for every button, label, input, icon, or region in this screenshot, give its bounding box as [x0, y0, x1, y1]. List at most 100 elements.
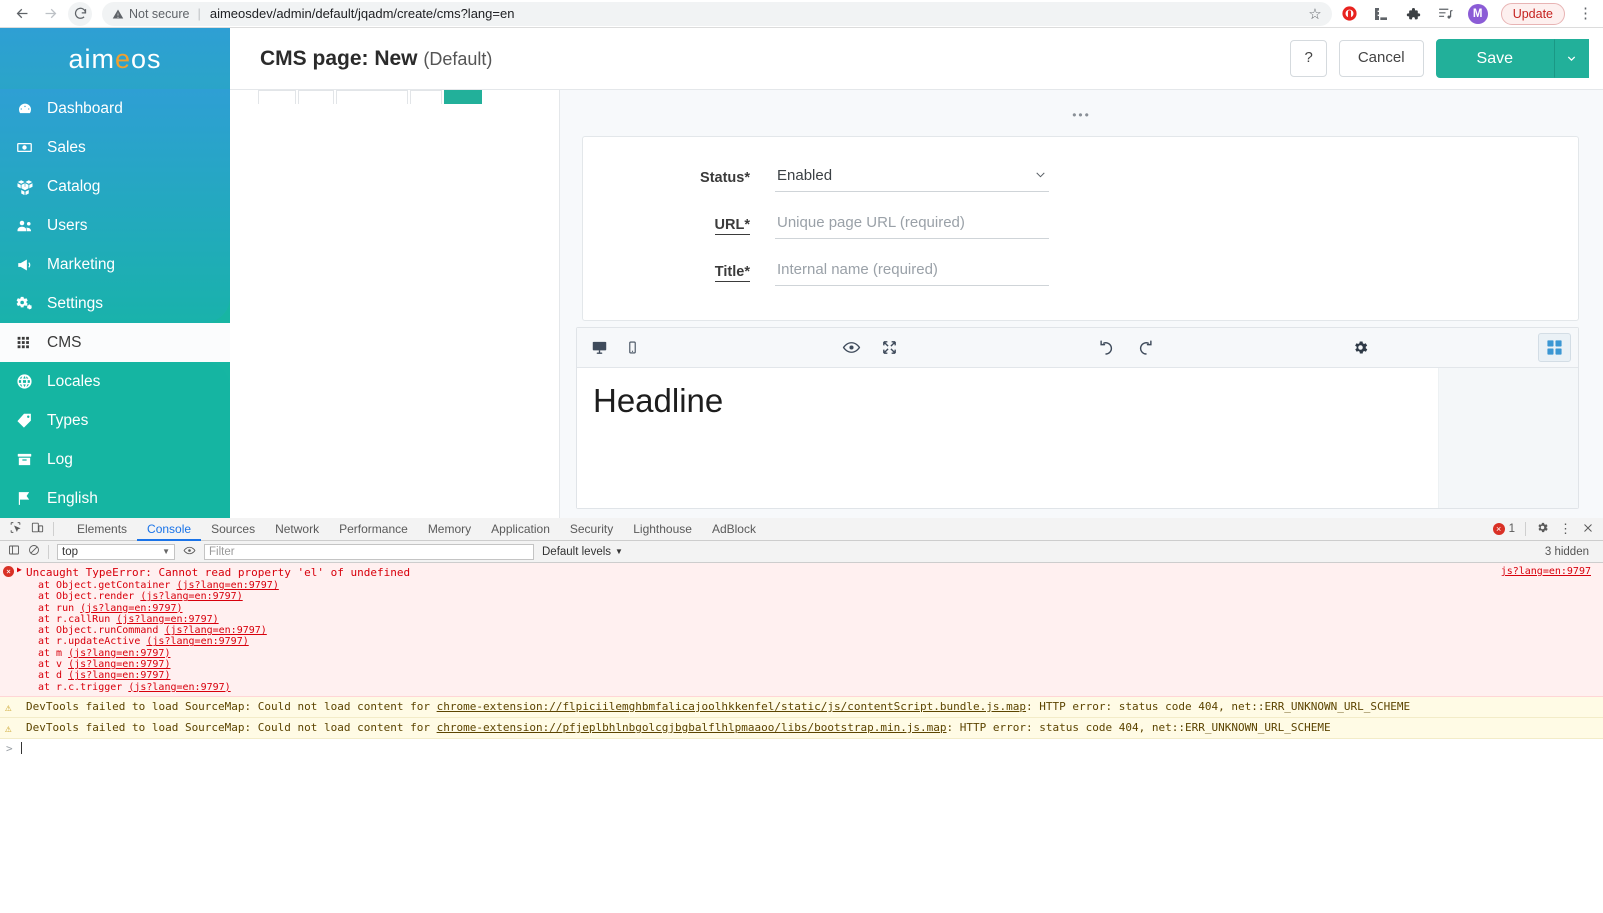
console-prompt[interactable]: > — [0, 739, 1603, 755]
sidebar-item-sales[interactable]: Sales — [0, 128, 230, 167]
adblock-icon[interactable] — [1340, 4, 1359, 23]
sidebar-item-locales[interactable]: Locales — [0, 362, 230, 401]
cancel-button[interactable]: Cancel — [1338, 40, 1424, 77]
left-tab-4[interactable] — [410, 90, 442, 104]
live-expression-eye-icon[interactable] — [183, 544, 196, 560]
builder-canvas[interactable]: Headline — [577, 368, 1578, 508]
browser-menu-icon[interactable]: ⋮ — [1578, 6, 1593, 21]
sidebar-item-dashboard[interactable]: Dashboard — [0, 89, 230, 128]
stack-link[interactable]: (js?lang=en:9797) — [68, 659, 170, 670]
sourcemap-link[interactable]: chrome-extension://pfjeplbhlnbgolcgjbgba… — [437, 721, 947, 734]
devtools-close-icon[interactable] — [1582, 522, 1594, 537]
left-tab-active[interactable] — [444, 90, 482, 104]
devtools-right-controls: × 1 ⋮ — [1492, 521, 1603, 537]
devtools-menu-icon[interactable]: ⋮ — [1559, 521, 1572, 537]
aimeos-logo[interactable]: aimeos — [0, 28, 230, 89]
stack-link[interactable]: (js?lang=en:9797) — [68, 670, 170, 681]
title-input[interactable]: Internal name (required) — [775, 257, 1049, 286]
stack-link[interactable]: (js?lang=en:9797) — [116, 614, 218, 625]
help-button[interactable]: ? — [1290, 40, 1327, 77]
sidebar-item-types[interactable]: Types — [0, 401, 230, 440]
log-levels-select[interactable]: Default levels ▼ — [542, 546, 623, 558]
console-filter-input[interactable]: Filter — [204, 543, 534, 560]
sidebar-item-settings[interactable]: Settings — [0, 284, 230, 323]
ruler-icon[interactable] — [1372, 4, 1391, 23]
desktop-icon[interactable] — [591, 339, 608, 356]
stack-link[interactable]: (js?lang=en:9797) — [80, 603, 182, 614]
save-button[interactable]: Save — [1435, 38, 1554, 79]
stack-link[interactable]: (js?lang=en:9797) — [128, 682, 230, 693]
stack-link[interactable]: (js?lang=en:9797) — [140, 591, 242, 602]
redo-icon[interactable] — [1137, 339, 1155, 357]
reading-list-icon[interactable] — [1436, 4, 1455, 23]
undo-icon[interactable] — [1097, 339, 1115, 357]
mobile-icon[interactable] — [626, 340, 639, 355]
inspect-element-icon[interactable] — [9, 521, 22, 537]
puzzle-extension-icon[interactable] — [1404, 4, 1423, 23]
url-input[interactable]: Unique page URL (required) — [775, 210, 1049, 239]
tab-adblock[interactable]: AdBlock — [702, 518, 766, 541]
address-bar[interactable]: Not secure | aimeosdev/admin/default/jqa… — [102, 1, 1332, 26]
sidebar-item-log[interactable]: Log — [0, 440, 230, 479]
forward-icon[interactable] — [36, 0, 64, 28]
sidebar-item-catalog[interactable]: Catalog — [0, 167, 230, 206]
console-divider — [48, 544, 49, 559]
sourcemap-link[interactable]: chrome-extension://flpiciilemghbmfalicaj… — [437, 700, 1026, 713]
console-warning-message[interactable]: ⚠ DevTools failed to load SourceMap: Cou… — [0, 717, 1603, 739]
reload-icon[interactable] — [68, 1, 92, 26]
blocks-grid-icon[interactable] — [1538, 333, 1571, 362]
stack-link[interactable]: (js?lang=en:9797) — [68, 648, 170, 659]
sidebar-label: Types — [47, 411, 89, 429]
tab-network[interactable]: Network — [265, 518, 329, 541]
tab-security[interactable]: Security — [560, 518, 623, 541]
gear-icon[interactable] — [1352, 339, 1369, 356]
error-source-link[interactable]: js?lang=en:9797 — [1501, 566, 1591, 577]
back-icon[interactable] — [8, 0, 36, 28]
canvas-content[interactable]: Headline — [577, 368, 1438, 508]
console-error-message[interactable]: × ▶ js?lang=en:9797 Uncaught TypeError: … — [0, 563, 1603, 697]
device-toolbar-icon[interactable] — [31, 521, 44, 537]
sidebar-item-cms[interactable]: CMS — [0, 323, 230, 362]
warning-suffix: : HTTP error: status code 404, net::ERR_… — [1026, 699, 1411, 713]
profile-avatar[interactable]: M — [1467, 3, 1488, 24]
left-tab-3[interactable] — [336, 90, 408, 104]
console-messages: × ▶ js?lang=en:9797 Uncaught TypeError: … — [0, 563, 1603, 755]
clear-console-icon[interactable] — [28, 544, 40, 559]
tab-application[interactable]: Application — [481, 518, 560, 541]
warning-triangle-icon: ⚠ — [5, 721, 12, 735]
tab-console[interactable]: Console — [137, 518, 201, 541]
console-sidebar-icon[interactable] — [8, 544, 20, 559]
sidebar-item-english[interactable]: English — [0, 479, 230, 518]
stack-line: at r.callRun (js?lang=en:9797) — [38, 613, 219, 625]
stack-link[interactable]: (js?lang=en:9797) — [176, 580, 278, 591]
star-icon[interactable]: ☆ — [1298, 5, 1321, 23]
tab-lighthouse[interactable]: Lighthouse — [623, 518, 702, 541]
title-label: Title* — [714, 263, 750, 282]
tab-memory[interactable]: Memory — [418, 518, 481, 541]
execution-context-select[interactable]: top ▼ — [57, 543, 175, 560]
left-tab-2[interactable] — [298, 90, 334, 104]
eye-icon[interactable] — [842, 338, 861, 357]
expand-triangle-icon[interactable]: ▶ — [17, 565, 22, 574]
status-select[interactable]: Enabled — [775, 163, 1049, 192]
error-circle-icon: × — [3, 566, 14, 577]
hidden-messages-count[interactable]: 3 hidden — [1545, 546, 1595, 558]
drag-dots-icon[interactable]: ••• — [560, 90, 1603, 130]
tab-sources[interactable]: Sources — [201, 518, 265, 541]
left-tab-1[interactable] — [258, 90, 296, 104]
tab-performance[interactable]: Performance — [329, 518, 418, 541]
stack-link[interactable]: (js?lang=en:9797) — [146, 636, 248, 647]
save-options-chevron-down-icon[interactable] — [1554, 38, 1589, 79]
headline-block[interactable]: Headline — [593, 382, 1438, 420]
devtools-gear-icon[interactable] — [1536, 521, 1549, 537]
tab-elements[interactable]: Elements — [67, 518, 137, 541]
error-count-badge[interactable]: × 1 — [1492, 523, 1515, 535]
expand-arrows-icon[interactable] — [881, 339, 898, 356]
stack-link[interactable]: (js?lang=en:9797) — [164, 625, 266, 636]
sidebar-item-users[interactable]: Users — [0, 206, 230, 245]
title-placeholder: Internal name (required) — [777, 261, 938, 278]
sidebar-item-marketing[interactable]: Marketing — [0, 245, 230, 284]
update-button[interactable]: Update — [1500, 2, 1565, 25]
flag-icon — [14, 490, 35, 507]
console-warning-message[interactable]: ⚠ DevTools failed to load SourceMap: Cou… — [0, 696, 1603, 718]
